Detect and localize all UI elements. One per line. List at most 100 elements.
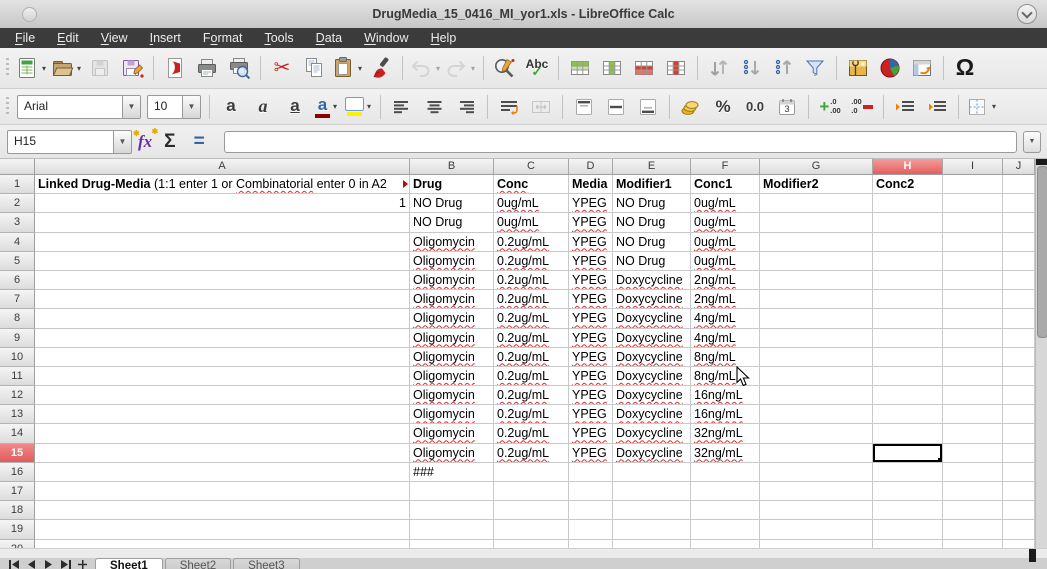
cell-A19[interactable] [35,520,410,539]
cell-H18[interactable] [873,501,943,520]
cell-I16[interactable] [943,463,1003,482]
cell-D15[interactable]: YPEG [569,444,613,463]
column-header-F[interactable]: F [691,159,760,175]
cell-J8[interactable] [1003,309,1035,328]
menu-edit[interactable]: Edit [46,29,90,48]
cell-C10[interactable]: 0.2ug/mL [494,348,569,367]
cut-button[interactable]: ✂ [267,53,297,83]
row-header-19[interactable]: 19 [0,520,35,539]
column-header-H[interactable]: H [873,159,943,175]
insert-rows-button[interactable] [565,53,595,83]
cell-D9[interactable]: YPEG [569,329,613,348]
cell-G3[interactable] [760,213,873,232]
cell-A10[interactable] [35,348,410,367]
special-character-button[interactable]: Ω [950,53,980,83]
save-as-button[interactable] [117,53,147,83]
cell-E12[interactable]: Doxycycline [613,386,691,405]
copy-button[interactable] [299,53,329,83]
cell-I1[interactable] [943,175,1003,194]
cell-J2[interactable] [1003,194,1035,213]
cell-J7[interactable] [1003,290,1035,309]
cell-G1[interactable]: Modifier2 [760,175,873,194]
cell-E19[interactable] [613,520,691,539]
cell-H4[interactable] [873,233,943,252]
bold-button[interactable]: a [216,92,246,122]
column-header-B[interactable]: B [410,159,494,175]
cell-A12[interactable] [35,386,410,405]
cell-A17[interactable] [35,482,410,501]
cell-I6[interactable] [943,271,1003,290]
cell-F17[interactable] [691,482,760,501]
cell-D19[interactable] [569,520,613,539]
cell-H9[interactable] [873,329,943,348]
menu-format[interactable]: Format [192,29,254,48]
menu-help[interactable]: Help [420,29,468,48]
cell-D18[interactable] [569,501,613,520]
cell-G17[interactable] [760,482,873,501]
cell-D6[interactable]: YPEG [569,271,613,290]
cell-I9[interactable] [943,329,1003,348]
cell-D12[interactable]: YPEG [569,386,613,405]
new-calc-button[interactable]: ▾ [15,53,48,83]
cell-J11[interactable] [1003,367,1035,386]
vertical-scrollbar[interactable] [1035,159,1047,548]
column-header-E[interactable]: E [613,159,691,175]
cell-I19[interactable] [943,520,1003,539]
dropdown-arrow-icon[interactable]: ▾ [356,64,364,73]
sort-descending-button[interactable] [768,53,798,83]
cell-A5[interactable] [35,252,410,271]
cell-H6[interactable] [873,271,943,290]
window-menu-button[interactable] [1017,4,1037,24]
row-header-14[interactable]: 14 [0,424,35,443]
cell-H14[interactable] [873,424,943,443]
paste-button[interactable]: ▾ [331,53,364,83]
cell-A1[interactable]: Linked Drug-Media (1:1 enter 1 or Combin… [35,175,410,194]
cell-F8[interactable]: 4ng/mL [691,309,760,328]
cell-E15[interactable]: Doxycycline [613,444,691,463]
cell-J1[interactable] [1003,175,1035,194]
cell-B4[interactable]: Oligomycin [410,233,494,252]
first-sheet-button[interactable] [8,559,21,569]
cell-J5[interactable] [1003,252,1035,271]
cell-F13[interactable]: 16ng/mL [691,405,760,424]
cell-I5[interactable] [943,252,1003,271]
cell-D8[interactable]: YPEG [569,309,613,328]
cell-H20[interactable] [873,540,943,548]
cell-G6[interactable] [760,271,873,290]
cell-H11[interactable] [873,367,943,386]
highlight-button[interactable]: ▾ [344,92,374,122]
underline-button[interactable]: a [280,92,310,122]
row-header-4[interactable]: 4 [0,233,35,252]
cell-E14[interactable]: Doxycycline [613,424,691,443]
cell-C20[interactable] [494,540,569,548]
cell-D16[interactable] [569,463,613,482]
borders-button[interactable]: ▾ [965,92,998,122]
cell-G4[interactable] [760,233,873,252]
font-color-button[interactable]: a▾ [312,92,342,122]
cell-J18[interactable] [1003,501,1035,520]
column-header-D[interactable]: D [569,159,613,175]
cell-A9[interactable] [35,329,410,348]
cell-J6[interactable] [1003,271,1035,290]
cell-A3[interactable] [35,213,410,232]
cell-A16[interactable] [35,463,410,482]
sum-button[interactable]: Σ [155,131,184,153]
cell-A6[interactable] [35,271,410,290]
cell-B2[interactable]: NO Drug [410,194,494,213]
cell-D10[interactable]: YPEG [569,348,613,367]
cell-D13[interactable]: YPEG [569,405,613,424]
cell-G2[interactable] [760,194,873,213]
cell-B9[interactable]: Oligomycin [410,329,494,348]
cell-E4[interactable]: NO Drug [613,233,691,252]
cell-C4[interactable]: 0.2ug/mL [494,233,569,252]
font-size-combo[interactable]: 10▼ [147,95,201,119]
cell-B20[interactable] [410,540,494,548]
cell-F1[interactable]: Conc1 [691,175,760,194]
row-header-3[interactable]: 3 [0,213,35,232]
cell-H13[interactable] [873,405,943,424]
previous-sheet-button[interactable] [25,559,38,569]
align-left-button[interactable] [387,92,417,122]
increase-indent-button[interactable] [890,92,920,122]
cell-H17[interactable] [873,482,943,501]
cell-A8[interactable] [35,309,410,328]
